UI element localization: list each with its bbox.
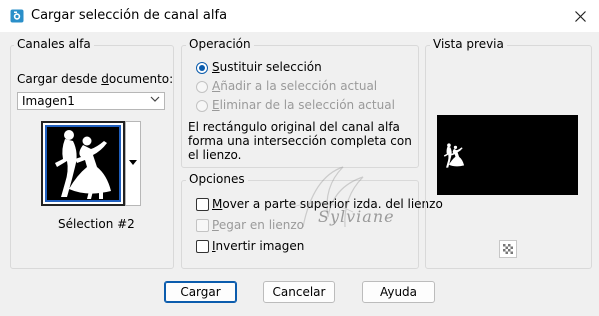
dialog-body: Canales alfa Cargar desde documento: Ima… xyxy=(0,32,599,316)
triangle-down-icon xyxy=(129,160,137,165)
watermark-text: Sylviane xyxy=(318,207,395,226)
chevron-down-icon xyxy=(150,94,160,107)
camera-icon xyxy=(10,9,24,23)
operation-group-title: Operación xyxy=(186,37,254,51)
close-icon xyxy=(574,10,586,22)
add-to-selection-label[interactable]: Añadir a la selección actual xyxy=(212,79,377,93)
invert-image-checkbox[interactable] xyxy=(196,240,209,253)
operation-description-line3: el lienzo. xyxy=(188,148,242,162)
dancers-silhouette-icon xyxy=(55,130,111,199)
load-from-label: Cargar desde documento: xyxy=(17,72,174,86)
operation-description-line1: El rectángulo original del canal alfa xyxy=(188,120,400,134)
paste-on-canvas-checkbox[interactable] xyxy=(196,219,209,232)
invert-image-label[interactable]: Invertir imagen xyxy=(212,239,304,253)
add-to-selection-radio[interactable] xyxy=(196,81,208,93)
channel-thumbnail-image xyxy=(45,125,121,202)
channel-thumbnail[interactable] xyxy=(41,121,125,206)
operation-description-line2: forma una intersección completa con xyxy=(188,134,412,148)
thumbnail-dropdown-button[interactable] xyxy=(125,121,141,206)
document-select[interactable]: Imagen1 xyxy=(17,92,165,110)
move-to-top-left-checkbox[interactable] xyxy=(196,198,209,211)
replace-selection-label[interactable]: Sustituir selección xyxy=(212,60,322,74)
options-group-title: Opciones xyxy=(186,172,248,186)
replace-selection-radio[interactable] xyxy=(196,62,208,74)
preview-silhouette-icon xyxy=(443,143,465,168)
window-title: Cargar selección de canal alfa xyxy=(31,8,228,23)
title-bar: Cargar selección de canal alfa xyxy=(0,0,599,32)
remove-from-selection-radio[interactable] xyxy=(196,100,208,112)
load-button[interactable]: Cargar xyxy=(164,281,237,303)
document-select-value: Imagen1 xyxy=(22,94,75,108)
remove-from-selection-label[interactable]: Eliminar de la selección actual xyxy=(212,98,395,112)
checkerboard-icon xyxy=(503,244,513,254)
preview-zoom-button[interactable] xyxy=(499,240,517,258)
help-button[interactable]: Ayuda xyxy=(362,281,435,303)
thumbnail-caption: Sélection #2 xyxy=(58,217,135,231)
close-button[interactable] xyxy=(567,4,593,28)
preview-canvas xyxy=(437,115,578,195)
cancel-button[interactable]: Cancelar xyxy=(263,281,335,303)
channels-group-title: Canales alfa xyxy=(14,37,94,51)
preview-group-title: Vista previa xyxy=(430,37,507,51)
